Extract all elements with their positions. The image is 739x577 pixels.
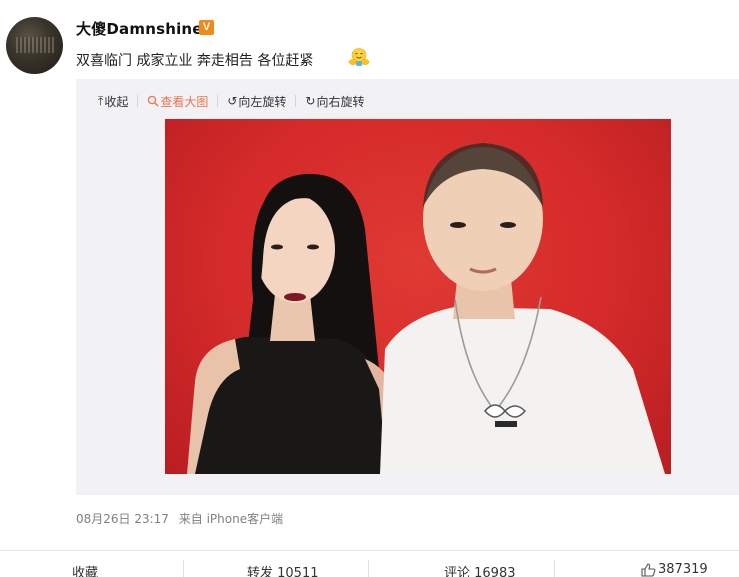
comment-button[interactable]: 评论 16983	[444, 562, 516, 577]
rotate-left-label: 向左旋转	[238, 94, 287, 109]
collapse-label: 收起	[104, 94, 129, 109]
rotate-right-icon: ↻	[305, 94, 316, 108]
photo-illustration	[187, 143, 665, 474]
verified-badge-icon: V	[199, 20, 214, 35]
action-divider	[183, 560, 184, 577]
post-meta: 08月26日 23:17 来自 iPhone客户端	[76, 510, 283, 527]
avatar[interactable]	[6, 17, 63, 74]
collapse-button[interactable]: ⤒ 收起	[98, 93, 128, 110]
search-icon	[148, 95, 159, 107]
avatar-text-graphic	[16, 37, 54, 53]
username[interactable]: 大傻Damnshine	[76, 18, 203, 39]
favorite-button[interactable]: 收藏	[72, 562, 98, 577]
repost-label: 转发 10511	[247, 566, 319, 577]
action-divider	[554, 560, 555, 577]
view-large-button[interactable]: 查看大图	[147, 93, 208, 110]
favorite-label: 收藏	[72, 566, 99, 577]
hug-emoji-icon	[348, 48, 370, 66]
rotate-left-button[interactable]: ↺ 向左旋转	[227, 93, 286, 110]
comment-label: 评论 16983	[444, 566, 516, 577]
view-large-label: 查看大图	[160, 94, 209, 109]
toolbar-divider	[217, 95, 219, 107]
toolbar-divider	[137, 95, 139, 107]
like-count: 387319	[658, 562, 708, 577]
repost-button[interactable]: 转发 10511	[247, 562, 319, 577]
post-text: 双喜临门 成家立业 奔走相告 各位赶紧	[76, 53, 314, 69]
action-divider	[368, 560, 369, 577]
toolbar-divider	[295, 95, 297, 107]
arrow-up-icon: ⤒	[98, 93, 104, 108]
image-toolbar: ⤒ 收起 查看大图 ↺ 向左旋转 ↻ 向右旋转	[98, 92, 365, 110]
post-photo[interactable]	[165, 119, 671, 474]
post-source[interactable]: 来自 iPhone客户端	[179, 512, 283, 526]
rotate-right-button[interactable]: ↻ 向右旋转	[305, 93, 364, 110]
thumbs-up-icon	[641, 562, 656, 577]
rotate-right-label: 向右旋转	[316, 94, 365, 109]
timestamp[interactable]: 08月26日 23:17	[76, 512, 169, 526]
action-bar	[0, 550, 739, 577]
like-button[interactable]: 387319	[641, 562, 708, 577]
rotate-left-icon: ↺	[227, 94, 238, 108]
